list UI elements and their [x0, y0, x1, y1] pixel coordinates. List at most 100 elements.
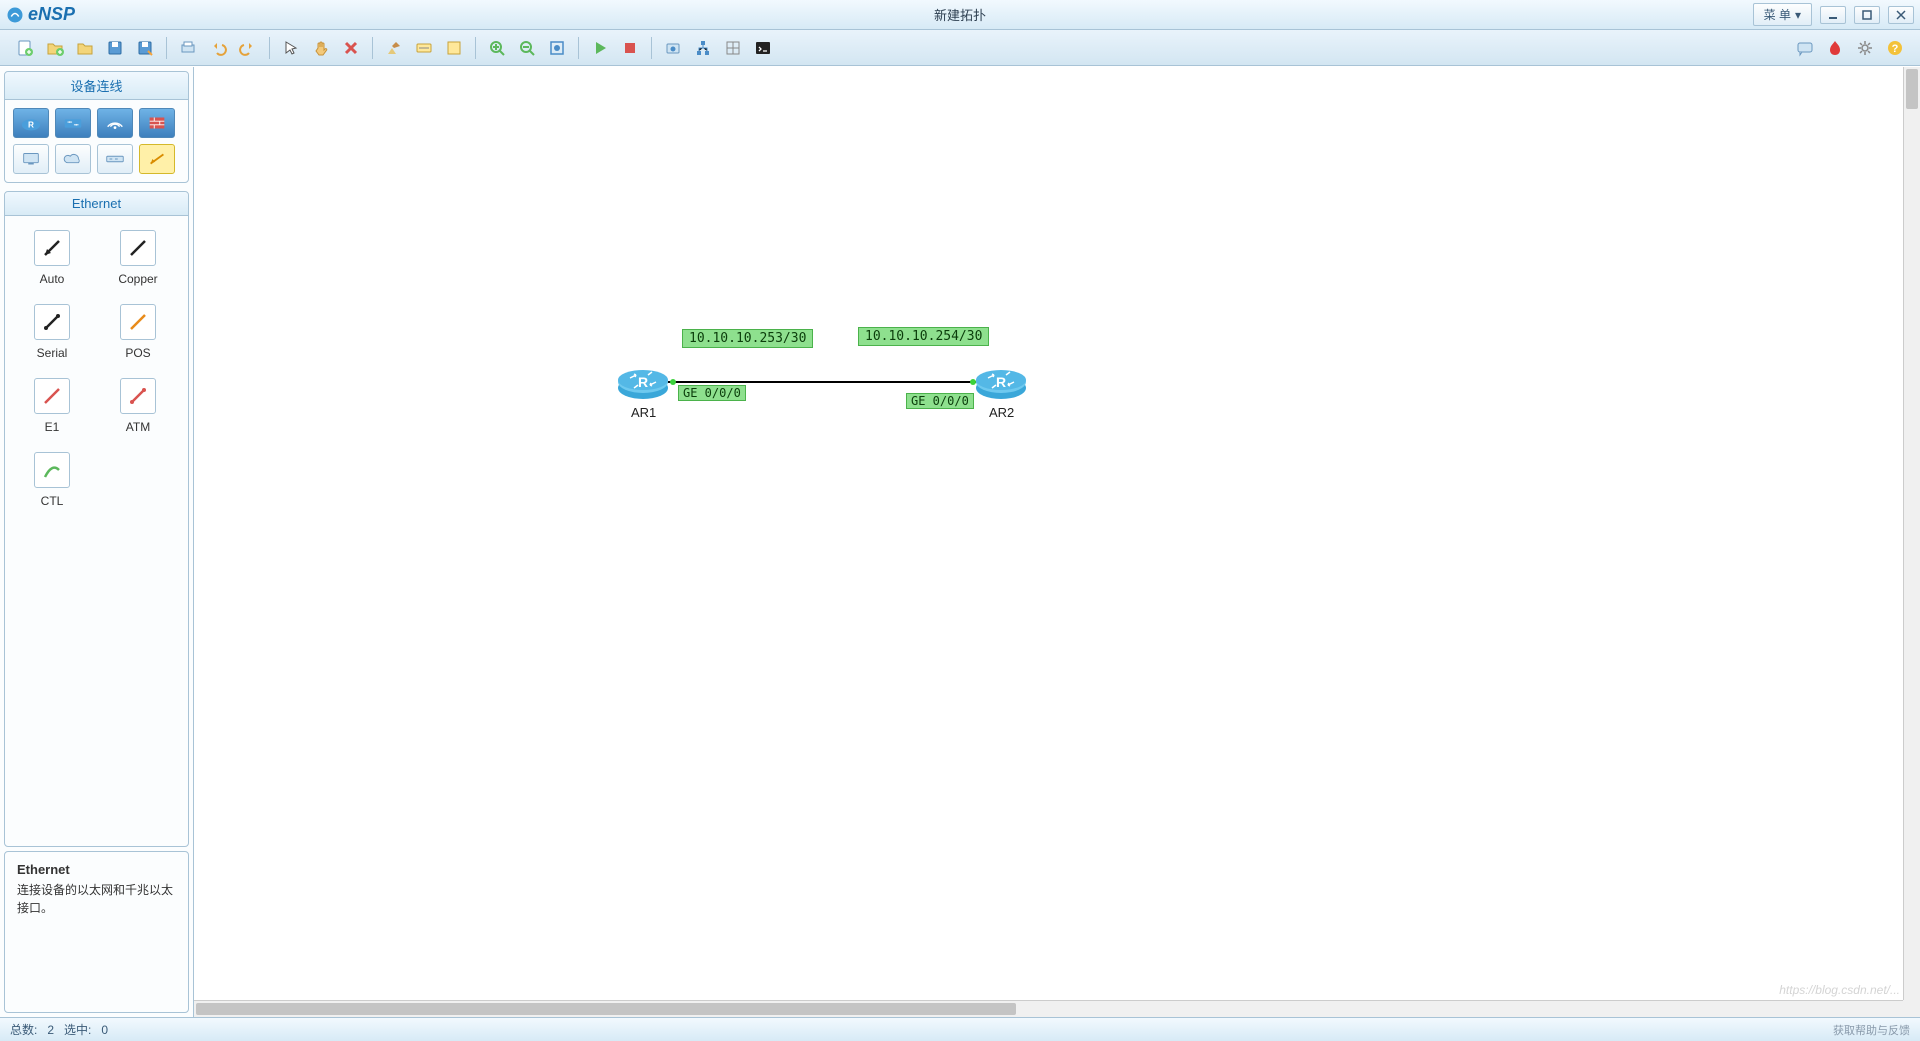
- router-ar2[interactable]: R: [974, 360, 1028, 400]
- scrollbar-thumb[interactable]: [196, 1003, 1016, 1015]
- zoom-out-button[interactable]: [514, 35, 540, 61]
- auto-icon: [40, 236, 64, 260]
- vertical-scrollbar[interactable]: [1903, 67, 1920, 1000]
- pan-tool[interactable]: [308, 35, 334, 61]
- cat-pc[interactable]: [13, 144, 49, 174]
- select-tool[interactable]: [278, 35, 304, 61]
- status-selected: 0: [101, 1023, 108, 1037]
- huawei-button[interactable]: [1822, 35, 1848, 61]
- print-button[interactable]: [175, 35, 201, 61]
- device-panel-header: 设备连线: [5, 72, 188, 100]
- item-pos[interactable]: POS: [109, 304, 167, 360]
- undo-button[interactable]: [205, 35, 231, 61]
- toolbar: ?: [0, 30, 1920, 66]
- menu-button[interactable]: 菜 单 ▾: [1753, 3, 1812, 26]
- status-right[interactable]: 获取帮助与反馈: [1833, 1022, 1910, 1038]
- main-area: 设备连线 R Ethernet Auto C: [0, 66, 1920, 1017]
- ip-label-ar2[interactable]: 10.10.10.254/30: [858, 327, 989, 346]
- app-name: eNSP: [28, 4, 75, 25]
- open-button[interactable]: [72, 35, 98, 61]
- port-label-ar1[interactable]: GE 0/0/0: [678, 385, 746, 401]
- save-as-button[interactable]: [132, 35, 158, 61]
- desc-title: Ethernet: [17, 862, 176, 877]
- palette-button[interactable]: [441, 35, 467, 61]
- new-topology-button[interactable]: [12, 35, 38, 61]
- delete-button[interactable]: [338, 35, 364, 61]
- minimize-button[interactable]: [1820, 6, 1846, 24]
- port-label-ar2[interactable]: GE 0/0/0: [906, 393, 974, 409]
- item-list: Auto Copper Serial POS E1: [5, 216, 188, 522]
- ip-label-ar1[interactable]: 10.10.10.253/30: [682, 329, 813, 348]
- stop-button[interactable]: [617, 35, 643, 61]
- toolbar-separator: [372, 37, 373, 59]
- item-label: Copper: [118, 272, 157, 286]
- zoom-in-button[interactable]: [484, 35, 510, 61]
- tree-icon: [694, 39, 712, 57]
- text-button[interactable]: [411, 35, 437, 61]
- item-atm[interactable]: ATM: [109, 378, 167, 434]
- redo-icon: [239, 39, 257, 57]
- show-interface-button[interactable]: [720, 35, 746, 61]
- toolbar-separator: [475, 37, 476, 59]
- cat-router[interactable]: R: [13, 108, 49, 138]
- scroll-corner: [1903, 1000, 1920, 1017]
- description-panel: Ethernet 连接设备的以太网和千兆以太接口。: [4, 851, 189, 1013]
- save-button[interactable]: [102, 35, 128, 61]
- cat-switch[interactable]: [55, 108, 91, 138]
- close-icon: [1895, 9, 1907, 21]
- capture-button[interactable]: [660, 35, 686, 61]
- huawei-icon: [1826, 39, 1844, 57]
- window-title: 新建拓扑: [934, 5, 986, 24]
- scrollbar-thumb[interactable]: [1906, 69, 1918, 109]
- topology-canvas[interactable]: R AR1 10.10.10.253/30 GE 0/0/0 R AR2 10.…: [194, 67, 1920, 1017]
- svg-text:R: R: [638, 374, 648, 390]
- sidebar: 设备连线 R Ethernet Auto C: [0, 67, 194, 1017]
- item-copper[interactable]: Copper: [109, 230, 167, 286]
- zoom-fit-button[interactable]: [544, 35, 570, 61]
- topology-tree-button[interactable]: [690, 35, 716, 61]
- canvas-wrap: R AR1 10.10.10.253/30 GE 0/0/0 R AR2 10.…: [194, 67, 1920, 1017]
- toolbar-separator: [166, 37, 167, 59]
- redo-button[interactable]: [235, 35, 261, 61]
- item-label: Auto: [40, 272, 65, 286]
- router-icon: R: [974, 360, 1028, 400]
- message-button[interactable]: [1792, 35, 1818, 61]
- cat-hub[interactable]: [97, 144, 133, 174]
- link-line[interactable]: [666, 381, 978, 383]
- fit-icon: [548, 39, 566, 57]
- cli-button[interactable]: [750, 35, 776, 61]
- hand-icon: [312, 39, 330, 57]
- broom-button[interactable]: [381, 35, 407, 61]
- status-total: 2: [47, 1023, 54, 1037]
- start-button[interactable]: [587, 35, 613, 61]
- item-label: ATM: [126, 420, 150, 434]
- help-button[interactable]: ?: [1882, 35, 1908, 61]
- e1-icon: [40, 384, 64, 408]
- cat-wlan[interactable]: [97, 108, 133, 138]
- close-button[interactable]: [1888, 6, 1914, 24]
- undo-icon: [209, 39, 227, 57]
- item-ctl[interactable]: CTL: [23, 452, 81, 508]
- cat-connection[interactable]: [139, 144, 175, 174]
- atm-icon: [126, 384, 150, 408]
- item-panel: Ethernet Auto Copper Serial POS: [4, 191, 189, 847]
- folder-new-icon: [46, 39, 64, 57]
- router-ar1[interactable]: R: [616, 360, 670, 400]
- maximize-button[interactable]: [1854, 6, 1880, 24]
- pos-icon: [126, 310, 150, 334]
- node-label-ar2[interactable]: AR2: [989, 405, 1014, 420]
- item-auto[interactable]: Auto: [23, 230, 81, 286]
- settings-button[interactable]: [1852, 35, 1878, 61]
- new-project-button[interactable]: [42, 35, 68, 61]
- palette-icon: [445, 39, 463, 57]
- item-label: POS: [125, 346, 150, 360]
- item-serial[interactable]: Serial: [23, 304, 81, 360]
- node-label-ar1[interactable]: AR1: [631, 405, 656, 420]
- toolbar-separator: [651, 37, 652, 59]
- toolbar-separator: [578, 37, 579, 59]
- horizontal-scrollbar[interactable]: [194, 1000, 1903, 1017]
- svg-text:?: ?: [1892, 43, 1899, 55]
- cat-firewall[interactable]: [139, 108, 175, 138]
- cat-cloud[interactable]: [55, 144, 91, 174]
- item-e1[interactable]: E1: [23, 378, 81, 434]
